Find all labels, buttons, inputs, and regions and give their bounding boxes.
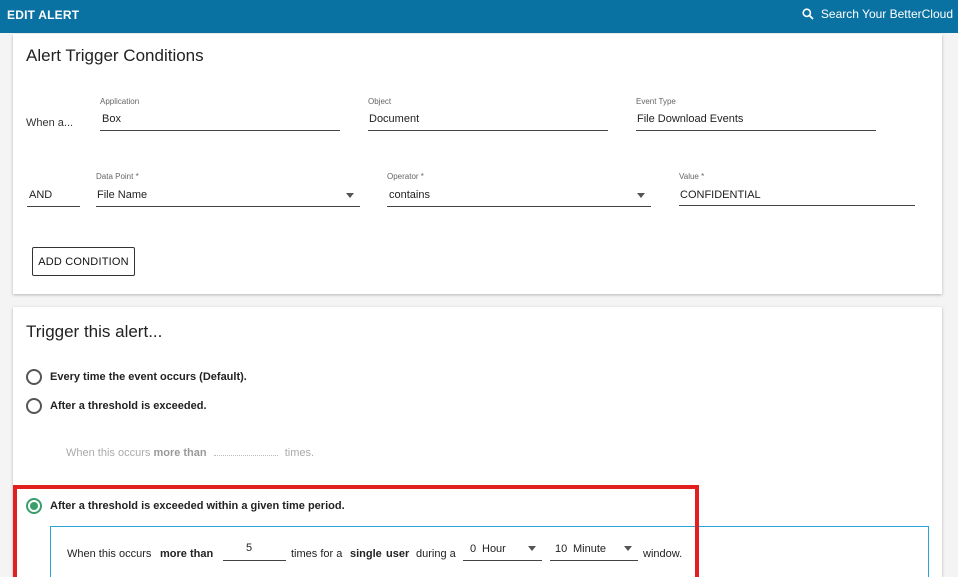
alert-trigger-conditions-card: Alert Trigger Conditions When a... Appli…	[13, 34, 942, 294]
event-type-value: File Download Events	[637, 113, 744, 125]
radio-label-threshold: After a threshold is exceeded.	[50, 400, 207, 412]
highlight-box	[13, 485, 699, 577]
and-underline	[27, 206, 80, 207]
radio-button[interactable]	[26, 398, 42, 414]
chevron-down-icon	[637, 193, 645, 198]
data-point-value: File Name	[97, 189, 148, 201]
conditions-title: Alert Trigger Conditions	[26, 46, 204, 65]
top-app-bar: EDIT ALERT Search Your BetterCloud	[0, 0, 958, 33]
application-value: Box	[102, 113, 121, 125]
page-title: EDIT ALERT	[7, 8, 80, 22]
search-icon	[802, 8, 814, 20]
threshold-suffix: times.	[284, 447, 315, 459]
threshold-bold: more than	[153, 447, 207, 459]
object-value: Document	[369, 113, 420, 125]
event-type-label: Event Type	[636, 97, 676, 106]
radio-button[interactable]	[26, 369, 42, 385]
data-point-label: Data Point *	[96, 172, 139, 181]
threshold-count-input[interactable]	[213, 455, 278, 456]
object-label: Object	[368, 97, 392, 106]
global-search[interactable]: Search Your BetterCloud	[802, 7, 953, 21]
radio-label-every-time: Every time the event occurs (Default).	[50, 371, 247, 383]
search-label: Search Your BetterCloud	[820, 7, 953, 21]
operator-underline	[387, 206, 651, 207]
add-condition-button[interactable]: ADD CONDITION	[32, 247, 135, 276]
threshold-prefix: When this occurs	[66, 447, 151, 459]
value-label: Value *	[679, 172, 705, 181]
and-label: AND	[29, 189, 53, 201]
value-underline	[679, 205, 915, 206]
operator-value: contains	[389, 189, 430, 201]
value-value: CONFIDENTIAL	[680, 189, 761, 201]
application-underline	[100, 130, 340, 131]
chevron-down-icon	[346, 193, 354, 198]
event-type-underline	[636, 130, 876, 131]
threshold-row-disabled: When this occurs more than times.	[66, 447, 314, 459]
data-point-underline	[96, 206, 360, 207]
application-label: Application	[100, 97, 140, 106]
operator-label: Operator *	[387, 172, 424, 181]
trigger-title: Trigger this alert...	[26, 322, 163, 341]
object-underline	[368, 130, 608, 131]
when-a-label: When a...	[26, 117, 74, 129]
